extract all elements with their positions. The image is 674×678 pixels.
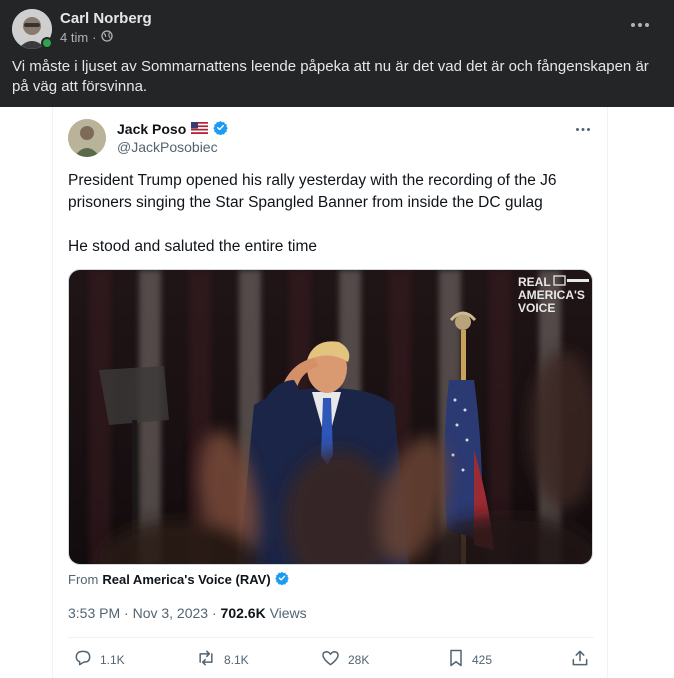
- reply-count: 1.1K: [100, 652, 125, 667]
- watermark-line-1: REAL: [518, 275, 551, 289]
- media-source-prefix: From: [68, 572, 99, 587]
- media-source: From Real America's Voice (RAV): [68, 571, 289, 588]
- meta-separator: ·: [92, 30, 97, 45]
- tweet-views-label: Views: [269, 605, 307, 621]
- share-icon: [570, 648, 590, 671]
- tweet-author-name-row: Jack Poso: [117, 120, 229, 138]
- bookmark-count: 425: [472, 652, 493, 667]
- tweet-timestamp: 3:53 PM · Nov 3, 2023: [68, 605, 209, 621]
- tweet-author-avatar: [68, 119, 106, 157]
- tweet-paragraph-1: President Trump opened his rally yesterd…: [68, 172, 557, 211]
- online-status-dot: [41, 37, 53, 49]
- tweet-views-count: 702.6K: [220, 605, 266, 621]
- watermark-line-2: AMERICA'S: [518, 288, 585, 302]
- tweet-media-image: REAL AMERICA'S VOICE: [68, 269, 593, 565]
- like-count: 28K: [348, 652, 370, 667]
- source-verified-badge-icon: [274, 571, 289, 588]
- bookmark-action: 425: [447, 648, 492, 671]
- tweet-more-icon: [573, 123, 593, 135]
- share-action: [570, 648, 590, 671]
- retweet-icon: [195, 648, 217, 671]
- tweet-author-handle: @JackPosobiec: [117, 139, 218, 155]
- verified-badge-icon: [213, 120, 229, 138]
- reply-action: 1.1K: [73, 648, 125, 671]
- more-options-icon[interactable]: [626, 14, 654, 36]
- tweet-body: President Trump opened his rally yesterd…: [68, 170, 588, 258]
- tweet-action-bar: 1.1K 8.1K 28K 425: [68, 648, 594, 672]
- watermark-line-3: VOICE: [518, 301, 555, 315]
- globe-icon[interactable]: [100, 30, 113, 45]
- us-flag-icon: [191, 121, 209, 137]
- bookmark-icon: [447, 648, 465, 671]
- tweet-paragraph-2: He stood and saluted the entire time: [68, 238, 318, 255]
- tweet-timestamp-row: 3:53 PM · Nov 3, 2023 · 702.6K Views: [68, 605, 307, 621]
- media-source-name: Real America's Voice (RAV): [102, 572, 271, 587]
- post-timestamp[interactable]: 4 tim: [60, 30, 88, 45]
- reply-icon: [73, 648, 93, 671]
- retweet-action: 8.1K: [195, 648, 249, 671]
- retweet-count: 8.1K: [224, 652, 249, 667]
- post-meta: 4 tim ·: [60, 30, 113, 45]
- tweet-author-name: Jack Poso: [117, 121, 187, 137]
- tweet-divider: [68, 637, 594, 638]
- facebook-post-header: Carl Norberg 4 tim · Vi måste i ljuset a…: [0, 0, 674, 107]
- timestamp-separator: ·: [211, 605, 217, 621]
- tweet-screenshot[interactable]: Jack Poso @JackPosobiec President Trump …: [52, 107, 608, 678]
- post-text: Vi måste i ljuset av Sommarnattens leend…: [12, 58, 649, 95]
- heart-icon: [320, 648, 341, 671]
- author-name[interactable]: Carl Norberg: [60, 10, 152, 27]
- like-action: 28K: [320, 648, 369, 671]
